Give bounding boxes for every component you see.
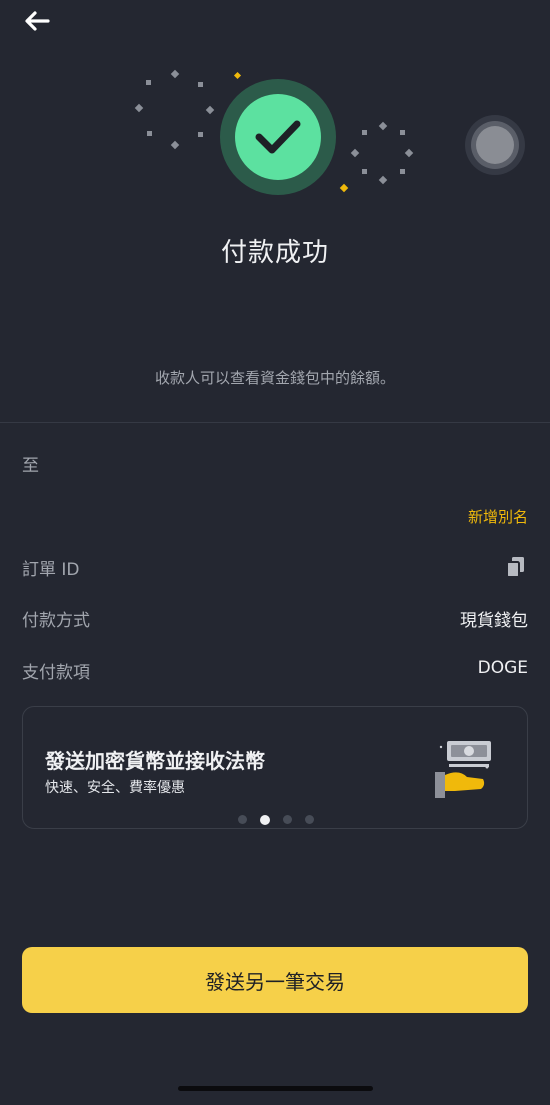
success-illustration [0,60,550,200]
copy-icon [506,557,524,578]
carousel-dot-active[interactable] [260,814,270,825]
payment-item-value: DOGE [477,658,528,678]
divider [0,422,550,423]
back-button[interactable] [22,8,52,34]
payment-item-label: 支付款項 [22,663,90,683]
promo-title: 發送加密貨幣並接收法幣 [45,749,265,773]
order-id-label: 訂單 ID [22,560,80,580]
copy-order-id-button[interactable] [506,556,526,578]
promo-subtitle: 快速、安全、費率優惠 [45,780,185,796]
add-alias-link[interactable]: 新增別名 [468,506,528,527]
to-label: 至 [22,456,39,476]
payment-method-value: 現貨錢包 [460,611,528,631]
arrow-left-icon [25,11,50,31]
carousel-dot[interactable] [283,815,292,824]
carousel-indicator[interactable] [23,814,529,825]
promo-card[interactable]: 發送加密貨幣並接收法幣 快速、安全、費率優惠 [22,706,528,829]
cash-hand-icon [433,737,497,801]
payment-method-label: 付款方式 [22,611,90,631]
send-another-transaction-button[interactable]: 發送另一筆交易 [22,947,528,1013]
home-indicator [178,1086,373,1091]
status-subtitle: 收款人可以查看資金錢包中的餘額。 [154,369,395,387]
page-title: 付款成功 [220,238,329,268]
carousel-dot[interactable] [305,815,314,824]
carousel-dot[interactable] [238,815,247,824]
